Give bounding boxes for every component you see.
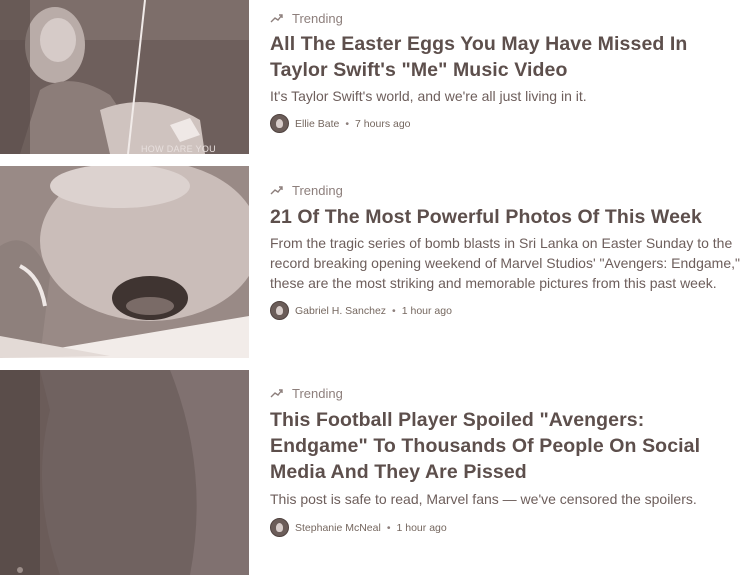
thumbnail-image (0, 166, 249, 358)
byline: Ellie Bate • 7 hours ago (270, 114, 740, 133)
story-body: Trending This Football Player Spoiled "A… (270, 370, 740, 537)
story-time: 1 hour ago (396, 521, 447, 534)
image-caption: HOW DARE YOU (141, 144, 216, 154)
author-avatar[interactable] (270, 518, 289, 537)
story-description: This post is safe to read, Marvel fans —… (270, 491, 697, 507)
trending-label[interactable]: Trending (270, 385, 740, 401)
thumbnail-image (0, 0, 249, 154)
story-thumbnail[interactable] (0, 166, 249, 358)
story-title[interactable]: This Football Player Spoiled "Avengers: … (270, 407, 740, 485)
story-feed: HOW DARE YOU Trending All The Easter Egg… (0, 0, 753, 575)
byline-separator: • (345, 117, 350, 130)
trending-label[interactable]: Trending (270, 10, 740, 26)
author-avatar[interactable] (270, 114, 289, 133)
story-time: 7 hours ago (355, 117, 411, 130)
trending-arrow-icon (270, 186, 283, 195)
trending-arrow-icon (270, 389, 283, 398)
author-name[interactable]: Ellie Bate (295, 118, 339, 130)
trending-arrow-icon (270, 14, 283, 23)
story-description: From the tragic series of bomb blasts in… (270, 235, 740, 291)
trending-text: Trending (292, 385, 343, 401)
byline: Stephanie McNeal • 1 hour ago (270, 518, 740, 537)
trending-text: Trending (292, 10, 343, 26)
story-card[interactable]: Trending This Football Player Spoiled "A… (0, 370, 753, 575)
author-name[interactable]: Stephanie McNeal (295, 522, 381, 534)
author-name[interactable]: Gabriel H. Sanchez (295, 305, 386, 317)
story-body: Trending All The Easter Eggs You May Hav… (270, 0, 740, 133)
story-thumbnail[interactable] (0, 370, 249, 575)
story-title[interactable]: 21 Of The Most Powerful Photos Of This W… (270, 204, 740, 230)
trending-text: Trending (292, 182, 343, 198)
byline-separator: • (386, 521, 391, 534)
story-thumbnail[interactable]: HOW DARE YOU (0, 0, 249, 154)
byline-separator: • (392, 304, 396, 317)
story-title[interactable]: All The Easter Eggs You May Have Missed … (270, 31, 740, 83)
story-body: Trending 21 Of The Most Powerful Photos … (270, 166, 740, 320)
thumbnail-image (0, 370, 249, 575)
story-card[interactable]: Trending 21 Of The Most Powerful Photos … (0, 166, 753, 358)
story-description: It's Taylor Swift's world, and we're all… (270, 88, 587, 104)
byline: Gabriel H. Sanchez • 1 hour ago (270, 301, 740, 320)
story-card[interactable]: HOW DARE YOU Trending All The Easter Egg… (0, 0, 753, 154)
story-time: 1 hour ago (401, 304, 452, 317)
author-avatar[interactable] (270, 301, 289, 320)
trending-label[interactable]: Trending (270, 182, 740, 198)
